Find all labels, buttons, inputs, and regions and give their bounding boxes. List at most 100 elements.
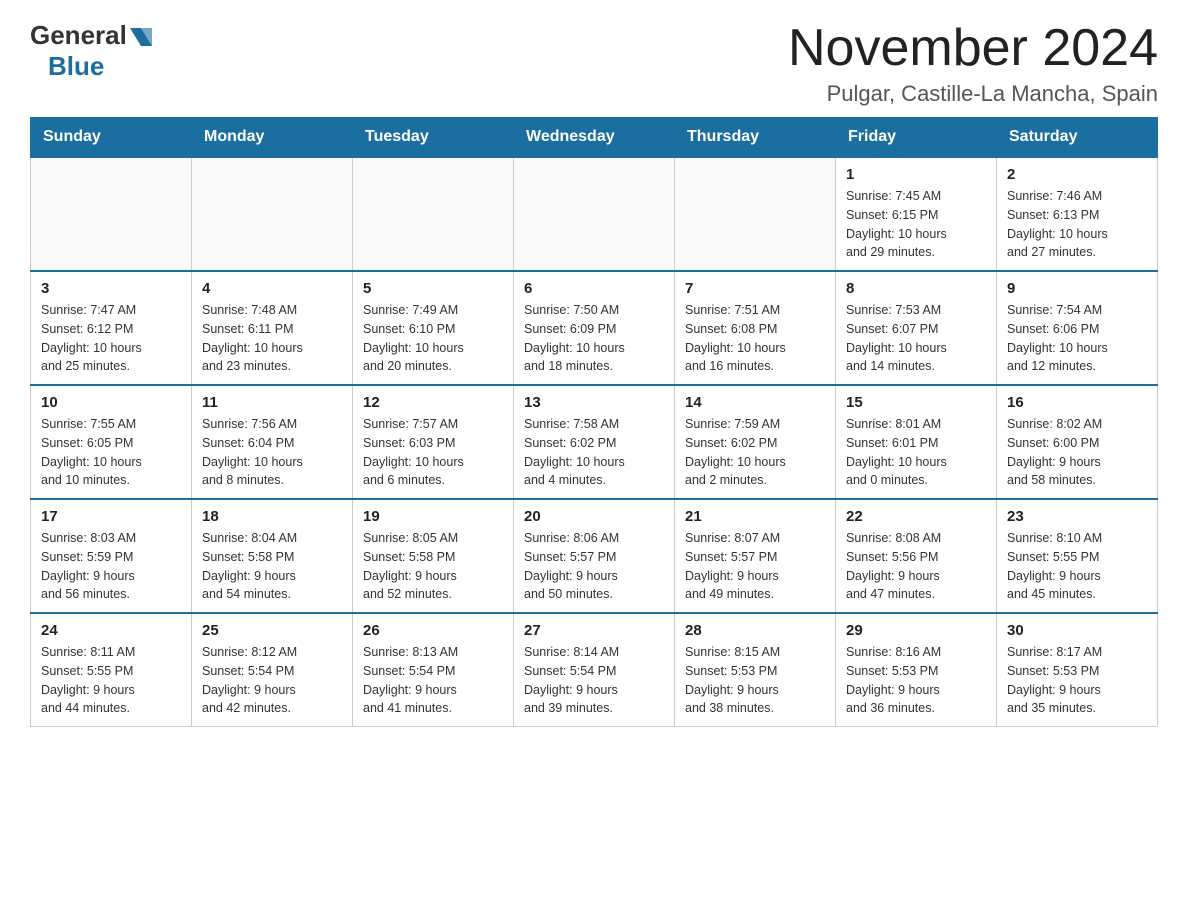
logo-blue-text: Blue <box>48 51 104 81</box>
day-number: 15 <box>846 394 986 411</box>
week-row-3: 10Sunrise: 7:55 AM Sunset: 6:05 PM Dayli… <box>31 385 1158 499</box>
calendar-cell <box>353 157 514 271</box>
month-title: November 2024 <box>788 20 1158 77</box>
calendar-cell: 27 Sunrise: 8:14 AM Sunset: 5:54 PM Dayli… <box>514 613 675 727</box>
day-info: Sunrise: 8:04 AM Sunset: 5:58 PM Dayligh… <box>202 529 342 604</box>
day-info: Sunrise: 8:08 AM Sunset: 5:56 PM Dayligh… <box>846 529 986 604</box>
day-info: Sunrise: 8:15 AM Sunset: 5:53 PM Dayligh… <box>685 643 825 718</box>
week-row-4: 17 Sunrise: 8:03 AM Sunset: 5:59 PM Dayli… <box>31 499 1158 613</box>
calendar-cell: 13Sunrise: 7:58 AM Sunset: 6:02 PM Dayli… <box>514 385 675 499</box>
day-number: 27 <box>524 622 664 639</box>
calendar-cell: 29 Sunrise: 8:16 AM Sunset: 5:53 PM Dayli… <box>836 613 997 727</box>
weekday-header-friday: Friday <box>836 118 997 158</box>
day-info: Sunrise: 7:48 AM Sunset: 6:11 PM Dayligh… <box>202 301 342 376</box>
calendar-cell: 10Sunrise: 7:55 AM Sunset: 6:05 PM Dayli… <box>31 385 192 499</box>
day-info: Sunrise: 8:02 AM Sunset: 6:00 PM Dayligh… <box>1007 415 1147 490</box>
day-number: 10 <box>41 394 181 411</box>
week-row-1: 1Sunrise: 7:45 AM Sunset: 6:15 PM Daylig… <box>31 157 1158 271</box>
calendar-cell: 17 Sunrise: 8:03 AM Sunset: 5:59 PM Dayli… <box>31 499 192 613</box>
day-info: Sunrise: 8:05 AM Sunset: 5:58 PM Dayligh… <box>363 529 503 604</box>
day-info: Sunrise: 8:10 AM Sunset: 5:55 PM Dayligh… <box>1007 529 1147 604</box>
weekday-header-sunday: Sunday <box>31 118 192 158</box>
calendar-cell: 20 Sunrise: 8:06 AM Sunset: 5:57 PM Dayli… <box>514 499 675 613</box>
day-info: Sunrise: 8:14 AM Sunset: 5:54 PM Dayligh… <box>524 643 664 718</box>
calendar-cell: 6 Sunrise: 7:50 AM Sunset: 6:09 PM Daylig… <box>514 271 675 385</box>
day-info: Sunrise: 8:11 AM Sunset: 5:55 PM Dayligh… <box>41 643 181 718</box>
day-number: 21 <box>685 508 825 525</box>
calendar-cell: 5 Sunrise: 7:49 AM Sunset: 6:10 PM Daylig… <box>353 271 514 385</box>
day-number: 11 <box>202 394 342 411</box>
page-header: General Blue November 2024 Pulgar, Casti… <box>30 20 1158 107</box>
weekday-header-thursday: Thursday <box>675 118 836 158</box>
calendar-cell: 9 Sunrise: 7:54 AM Sunset: 6:06 PM Daylig… <box>997 271 1158 385</box>
calendar-cell: 11 Sunrise: 7:56 AM Sunset: 6:04 PM Dayli… <box>192 385 353 499</box>
calendar-cell: 12Sunrise: 7:57 AM Sunset: 6:03 PM Dayli… <box>353 385 514 499</box>
day-info: Sunrise: 7:51 AM Sunset: 6:08 PM Dayligh… <box>685 301 825 376</box>
day-number: 28 <box>685 622 825 639</box>
calendar-cell: 18 Sunrise: 8:04 AM Sunset: 5:58 PM Dayli… <box>192 499 353 613</box>
day-number: 16 <box>1007 394 1147 411</box>
week-row-2: 3 Sunrise: 7:47 AM Sunset: 6:12 PM Daylig… <box>31 271 1158 385</box>
day-info: Sunrise: 8:01 AM Sunset: 6:01 PM Dayligh… <box>846 415 986 490</box>
day-number: 14 <box>685 394 825 411</box>
calendar-cell: 7 Sunrise: 7:51 AM Sunset: 6:08 PM Daylig… <box>675 271 836 385</box>
weekday-header-tuesday: Tuesday <box>353 118 514 158</box>
calendar-cell <box>675 157 836 271</box>
location-text: Pulgar, Castille-La Mancha, Spain <box>788 81 1158 107</box>
day-number: 12 <box>363 394 503 411</box>
title-section: November 2024 Pulgar, Castille-La Mancha… <box>788 20 1158 107</box>
day-info: Sunrise: 7:50 AM Sunset: 6:09 PM Dayligh… <box>524 301 664 376</box>
day-number: 1 <box>846 166 986 183</box>
day-info: Sunrise: 8:12 AM Sunset: 5:54 PM Dayligh… <box>202 643 342 718</box>
day-info: Sunrise: 8:16 AM Sunset: 5:53 PM Dayligh… <box>846 643 986 718</box>
calendar-cell: 21 Sunrise: 8:07 AM Sunset: 5:57 PM Dayli… <box>675 499 836 613</box>
day-info: Sunrise: 7:56 AM Sunset: 6:04 PM Dayligh… <box>202 415 342 490</box>
calendar-cell: 1Sunrise: 7:45 AM Sunset: 6:15 PM Daylig… <box>836 157 997 271</box>
day-number: 5 <box>363 280 503 297</box>
calendar-cell: 26Sunrise: 8:13 AM Sunset: 5:54 PM Dayli… <box>353 613 514 727</box>
day-number: 20 <box>524 508 664 525</box>
logo: General Blue <box>30 20 152 82</box>
day-number: 22 <box>846 508 986 525</box>
day-number: 24 <box>41 622 181 639</box>
calendar-cell: 22 Sunrise: 8:08 AM Sunset: 5:56 PM Dayli… <box>836 499 997 613</box>
day-number: 25 <box>202 622 342 639</box>
day-info: Sunrise: 8:17 AM Sunset: 5:53 PM Dayligh… <box>1007 643 1147 718</box>
calendar-cell: 19Sunrise: 8:05 AM Sunset: 5:58 PM Dayli… <box>353 499 514 613</box>
day-info: Sunrise: 7:59 AM Sunset: 6:02 PM Dayligh… <box>685 415 825 490</box>
calendar-cell: 24 Sunrise: 8:11 AM Sunset: 5:55 PM Dayli… <box>31 613 192 727</box>
calendar-cell: 14 Sunrise: 7:59 AM Sunset: 6:02 PM Dayli… <box>675 385 836 499</box>
day-number: 17 <box>41 508 181 525</box>
day-info: Sunrise: 8:06 AM Sunset: 5:57 PM Dayligh… <box>524 529 664 604</box>
day-info: Sunrise: 7:49 AM Sunset: 6:10 PM Dayligh… <box>363 301 503 376</box>
calendar-cell: 30Sunrise: 8:17 AM Sunset: 5:53 PM Dayli… <box>997 613 1158 727</box>
weekday-header-saturday: Saturday <box>997 118 1158 158</box>
day-info: Sunrise: 7:53 AM Sunset: 6:07 PM Dayligh… <box>846 301 986 376</box>
weekday-header-wednesday: Wednesday <box>514 118 675 158</box>
calendar-cell <box>31 157 192 271</box>
calendar-header-row: SundayMondayTuesdayWednesdayThursdayFrid… <box>31 118 1158 158</box>
calendar-cell: 16 Sunrise: 8:02 AM Sunset: 6:00 PM Dayli… <box>997 385 1158 499</box>
weekday-header-monday: Monday <box>192 118 353 158</box>
day-number: 8 <box>846 280 986 297</box>
day-info: Sunrise: 7:47 AM Sunset: 6:12 PM Dayligh… <box>41 301 181 376</box>
day-info: Sunrise: 8:03 AM Sunset: 5:59 PM Dayligh… <box>41 529 181 604</box>
day-number: 26 <box>363 622 503 639</box>
calendar-cell: 28 Sunrise: 8:15 AM Sunset: 5:53 PM Dayli… <box>675 613 836 727</box>
day-info: Sunrise: 8:07 AM Sunset: 5:57 PM Dayligh… <box>685 529 825 604</box>
calendar-cell: 3 Sunrise: 7:47 AM Sunset: 6:12 PM Daylig… <box>31 271 192 385</box>
calendar-cell <box>514 157 675 271</box>
calendar-cell: 25 Sunrise: 8:12 AM Sunset: 5:54 PM Dayli… <box>192 613 353 727</box>
day-number: 18 <box>202 508 342 525</box>
calendar-cell: 2Sunrise: 7:46 AM Sunset: 6:13 PM Daylig… <box>997 157 1158 271</box>
logo-arrow-icon <box>130 28 152 46</box>
day-info: Sunrise: 7:58 AM Sunset: 6:02 PM Dayligh… <box>524 415 664 490</box>
day-number: 9 <box>1007 280 1147 297</box>
day-number: 6 <box>524 280 664 297</box>
calendar-cell: 4Sunrise: 7:48 AM Sunset: 6:11 PM Daylig… <box>192 271 353 385</box>
day-number: 29 <box>846 622 986 639</box>
day-number: 3 <box>41 280 181 297</box>
day-number: 7 <box>685 280 825 297</box>
day-info: Sunrise: 7:54 AM Sunset: 6:06 PM Dayligh… <box>1007 301 1147 376</box>
calendar-table: SundayMondayTuesdayWednesdayThursdayFrid… <box>30 117 1158 727</box>
